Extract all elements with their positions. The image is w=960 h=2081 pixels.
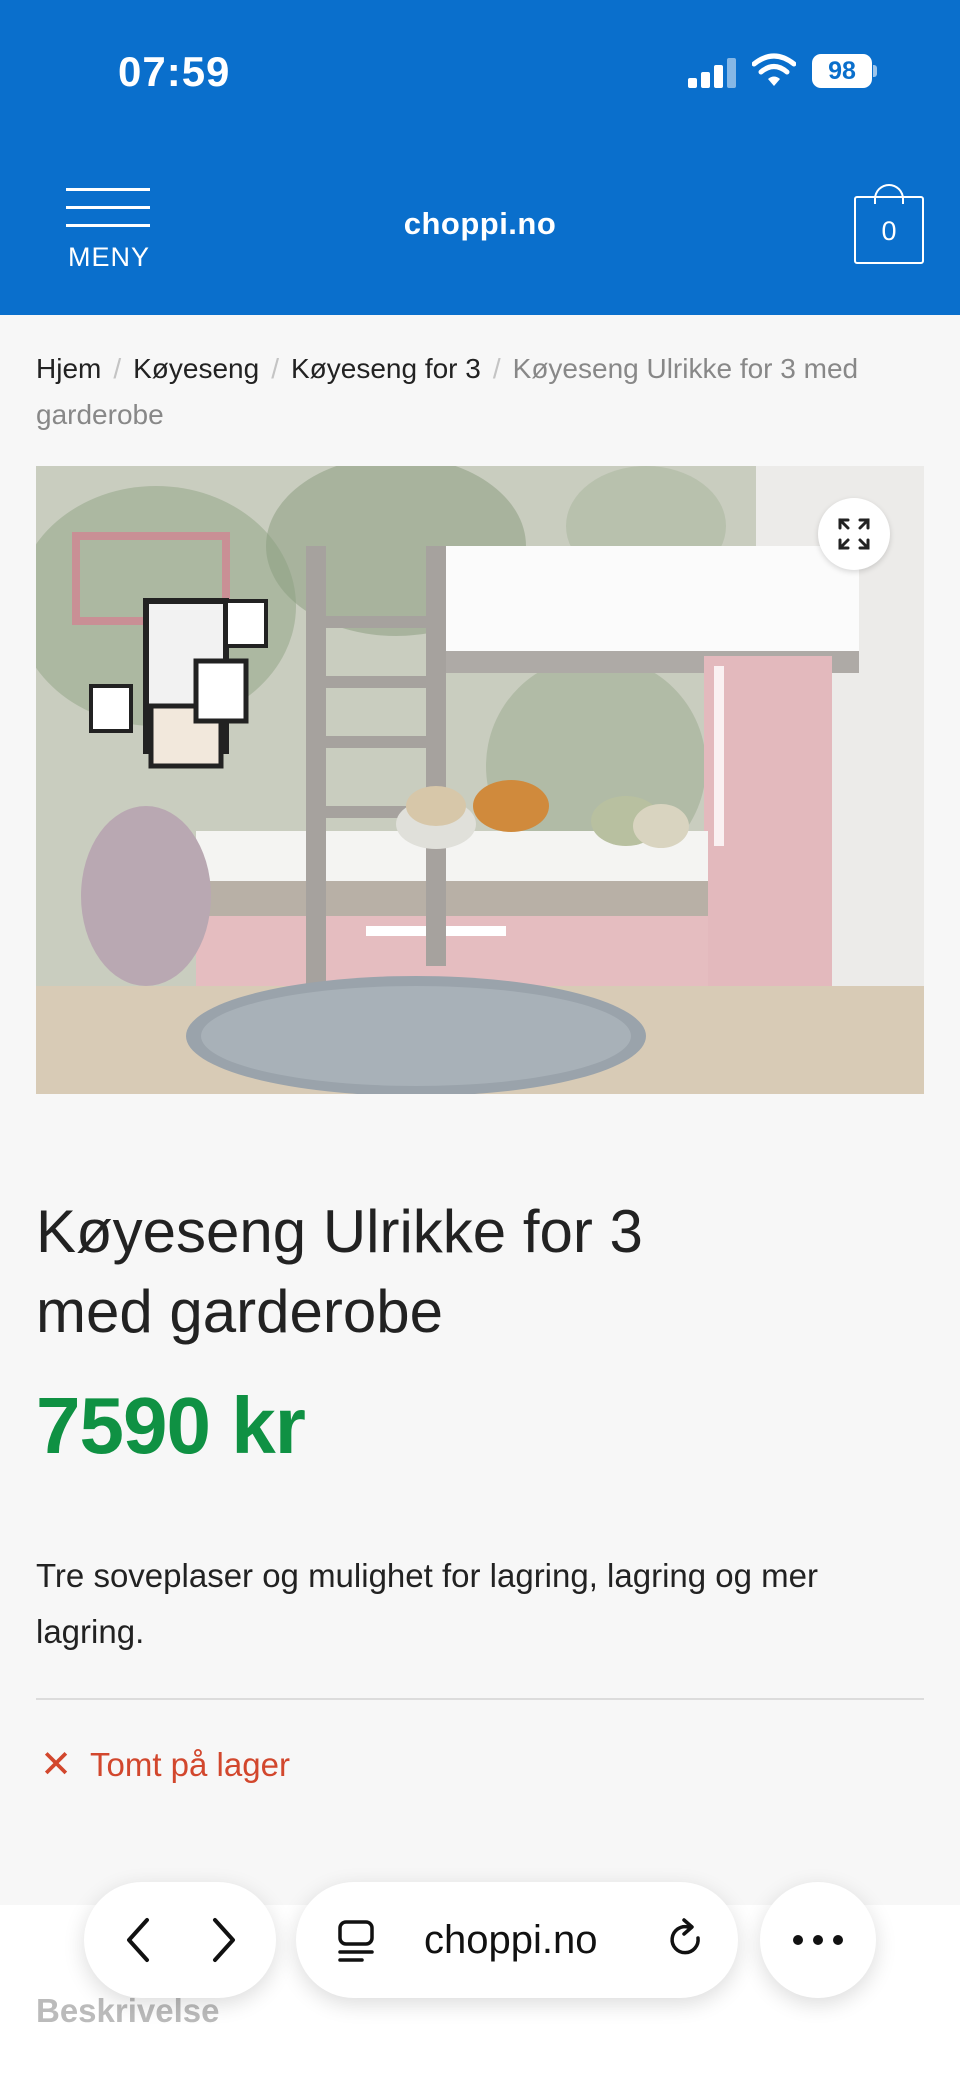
chevron-right-icon [213, 1918, 235, 1962]
page-menu-icon [338, 1920, 374, 1962]
breadcrumb-koyeseng-for-3[interactable]: Køyeseng for 3 [291, 353, 481, 384]
battery-level: 98 [812, 54, 872, 88]
chevron-left-icon [127, 1918, 149, 1962]
product-title: Køyeseng Ulrikke for 3 med garderobe [36, 1198, 643, 1345]
wifi-icon [752, 53, 796, 86]
menu-button[interactable]: MENY [64, 186, 154, 276]
reload-button[interactable] [656, 1882, 716, 1998]
more-button[interactable] [760, 1882, 876, 1998]
product-short-description: Tre soveplaser og mulighet for lagring, … [36, 1557, 818, 1650]
more-icon [760, 1882, 876, 1998]
stock-status-label: Tomt på lager [90, 1745, 290, 1783]
breadcrumb-koyeseng[interactable]: Køyeseng [133, 353, 259, 384]
forward-button[interactable] [188, 1882, 258, 1998]
reload-icon [670, 1918, 700, 1955]
cart-button[interactable]: 0 [854, 184, 924, 264]
hamburger-icon [66, 188, 150, 191]
stock-status: ✕ Tomt på lager [36, 1742, 290, 1787]
battery-icon: 98 [812, 54, 877, 88]
site-logo[interactable]: choppi.no [380, 206, 580, 242]
expand-icon [838, 518, 870, 550]
divider [36, 1698, 924, 1700]
browser-nav-controls [84, 1882, 276, 1998]
status-time: 07:59 [118, 48, 231, 95]
reader-mode-button[interactable] [326, 1882, 386, 1998]
zoom-button[interactable] [818, 498, 890, 570]
breadcrumb-home[interactable]: Hjem [36, 353, 101, 384]
site-header: 07:59 98 MENY choppi.no 0 [0, 0, 960, 315]
menu-label: MENY [67, 242, 150, 272]
cellular-signal-icon [688, 58, 738, 88]
product-price: 7590 kr [36, 1381, 306, 1470]
back-button[interactable] [104, 1882, 174, 1998]
address-bar[interactable]: choppi.no [296, 1882, 738, 1998]
product-image[interactable] [36, 466, 924, 1094]
cart-count: 0 [854, 196, 924, 264]
close-icon: ✕ [40, 1744, 72, 1786]
url-text: choppi.no [424, 1918, 598, 1962]
breadcrumb: Hjem / Køyeseng / Køyeseng for 3/Køyeseng Ul… [36, 353, 859, 430]
